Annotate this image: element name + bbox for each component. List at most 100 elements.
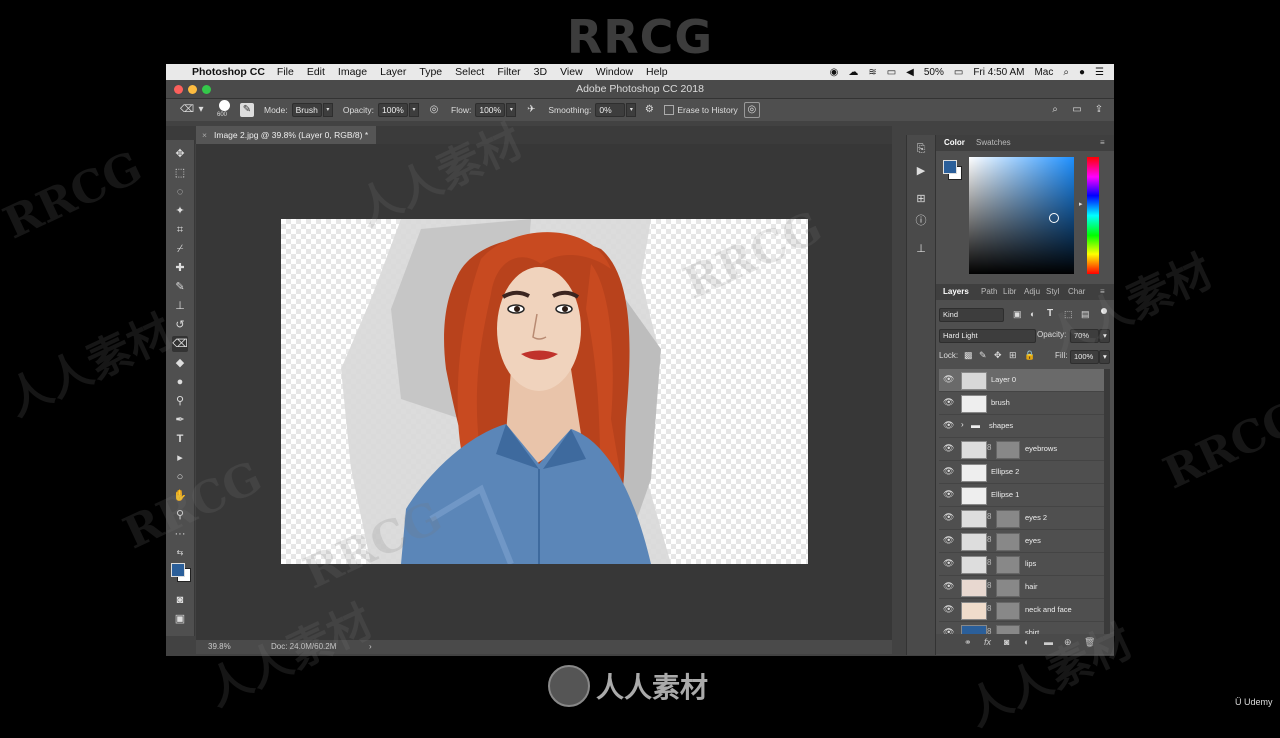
visibility-eye-icon[interactable]: 👁: [943, 535, 954, 546]
pressure-size-icon[interactable]: ◎: [743, 102, 760, 118]
menu-window[interactable]: Window: [596, 66, 633, 78]
link-icon[interactable]: 8: [987, 558, 991, 567]
filter-kind-select[interactable]: Kind: [939, 308, 1004, 322]
foreground-color-swatch[interactable]: [171, 563, 185, 577]
lock-transparent-icon[interactable]: ▩: [964, 350, 973, 361]
tab-adjustments[interactable]: Adju: [1024, 284, 1040, 300]
history-brush-tool-icon[interactable]: ↺: [172, 317, 188, 333]
record-icon[interactable]: ◉: [830, 67, 839, 78]
lasso-tool-icon[interactable]: ◌: [172, 184, 188, 200]
color-picker-field[interactable]: [969, 157, 1074, 274]
tab-color[interactable]: Color: [944, 135, 965, 151]
layer-row-layer-0[interactable]: 👁 Layer 0: [939, 369, 1104, 392]
layer-mask-thumbnail[interactable]: [996, 510, 1020, 528]
link-icon[interactable]: 8: [987, 604, 991, 613]
visibility-eye-icon[interactable]: 👁: [943, 397, 954, 408]
tab-layers[interactable]: Layers: [943, 284, 969, 300]
history-panel-icon[interactable]: ⎘: [913, 141, 929, 157]
path-selection-tool-icon[interactable]: ▸: [172, 450, 188, 466]
paint-bucket-tool-icon[interactable]: ◆: [172, 355, 188, 371]
chevron-down-icon[interactable]: ▾: [626, 103, 637, 117]
layer-mask-thumbnail[interactable]: [996, 441, 1020, 459]
minimize-window-button[interactable]: [188, 85, 197, 94]
visibility-eye-icon[interactable]: 👁: [943, 420, 954, 431]
dodge-tool-icon[interactable]: ⚲: [172, 393, 188, 409]
link-layers-icon[interactable]: ⚭: [964, 637, 972, 648]
lock-position-icon[interactable]: ✥: [994, 350, 1002, 361]
menu-help[interactable]: Help: [646, 66, 668, 78]
brush-panel-icon[interactable]: ✎: [240, 103, 254, 117]
link-icon[interactable]: 8: [987, 581, 991, 590]
healing-brush-tool-icon[interactable]: ✚: [172, 260, 188, 276]
screen-mode-icon[interactable]: ▣: [172, 611, 188, 627]
eyedropper-tool-icon[interactable]: ⌿: [172, 241, 188, 257]
layers-scrollbar[interactable]: [1104, 369, 1110, 634]
menu-type[interactable]: Type: [419, 66, 442, 78]
add-mask-icon[interactable]: ◙: [1004, 637, 1009, 647]
visibility-eye-icon[interactable]: 👁: [943, 627, 954, 634]
smoothing-input[interactable]: 0%: [595, 103, 626, 117]
menu-3d[interactable]: 3D: [534, 66, 547, 78]
menu-file[interactable]: File: [277, 66, 294, 78]
actions-panel-icon[interactable]: ▶: [913, 163, 929, 179]
close-icon[interactable]: ×: [202, 126, 207, 144]
layer-mask-thumbnail[interactable]: [996, 533, 1020, 551]
properties-panel-icon[interactable]: ⊞: [913, 191, 929, 207]
lock-artboard-icon[interactable]: ⊞: [1009, 350, 1017, 361]
tab-paths[interactable]: Path: [981, 284, 997, 300]
panel-menu-icon[interactable]: ≡: [1100, 135, 1105, 151]
visibility-eye-icon[interactable]: 👁: [943, 489, 954, 500]
visibility-eye-icon[interactable]: 👁: [943, 443, 954, 454]
color-picker-handle[interactable]: [1049, 213, 1059, 223]
menu-filter[interactable]: Filter: [497, 66, 520, 78]
cc-icon[interactable]: ☁: [848, 67, 858, 78]
layer-row-eyes-2[interactable]: 👁 8 eyes 2: [939, 507, 1104, 530]
menu-layer[interactable]: Layer: [380, 66, 406, 78]
crop-tool-icon[interactable]: ⌗: [172, 222, 188, 238]
link-icon[interactable]: 8: [987, 512, 991, 521]
airplay-icon[interactable]: ▭: [887, 67, 896, 78]
lock-pixels-icon[interactable]: ✎: [979, 350, 987, 361]
type-tool-icon[interactable]: T: [172, 431, 188, 447]
layer-row-eyes[interactable]: 👁 8 eyes: [939, 530, 1104, 553]
wifi-icon[interactable]: ≋: [868, 67, 876, 78]
document-tab[interactable]: × Image 2.jpg @ 39.8% (Layer 0, RGB/8) *: [196, 126, 377, 144]
expand-group-icon[interactable]: ›: [961, 420, 964, 429]
visibility-eye-icon[interactable]: 👁: [943, 466, 954, 477]
clone-source-icon[interactable]: ⊥: [913, 241, 929, 257]
lock-all-icon[interactable]: 🔒: [1024, 350, 1035, 361]
marquee-tool-icon[interactable]: ⬚: [172, 165, 188, 181]
visibility-eye-icon[interactable]: 👁: [943, 374, 954, 385]
battery-icon[interactable]: ▭: [954, 67, 963, 78]
menu-image[interactable]: Image: [338, 66, 367, 78]
tab-styles[interactable]: Styl: [1046, 284, 1059, 300]
color-panel-fg-swatch[interactable]: [943, 160, 957, 174]
filter-image-icon[interactable]: ▣: [1013, 309, 1022, 320]
close-window-button[interactable]: [174, 85, 183, 94]
link-icon[interactable]: 8: [987, 443, 991, 452]
layer-row-ellipse-1[interactable]: 👁 Ellipse 1: [939, 484, 1104, 507]
erase-to-history-checkbox[interactable]: [664, 105, 675, 115]
layer-style-icon[interactable]: fx: [984, 637, 991, 647]
share-icon[interactable]: ⇪: [1092, 103, 1106, 117]
quick-mask-icon[interactable]: ◙: [172, 592, 188, 608]
info-icon[interactable]: ⓘ: [913, 213, 929, 229]
visibility-eye-icon[interactable]: 👁: [943, 581, 954, 592]
opacity-input[interactable]: 100%: [378, 103, 409, 117]
menu-view[interactable]: View: [560, 66, 583, 78]
chevron-down-icon[interactable]: ▾: [322, 103, 333, 117]
blend-mode-select[interactable]: Hard Light: [939, 329, 1036, 343]
brush-preset-picker[interactable]: 600: [216, 100, 234, 120]
airbrush-icon[interactable]: ✈: [524, 103, 538, 117]
tab-libraries[interactable]: Libr: [1003, 284, 1016, 300]
app-menu[interactable]: Photoshop CC: [192, 66, 265, 78]
hue-slider[interactable]: [1087, 157, 1099, 274]
pen-tool-icon[interactable]: ✒: [172, 412, 188, 428]
layer-row-brush[interactable]: 👁 brush: [939, 392, 1104, 415]
swap-colors-icon[interactable]: ⇆: [172, 545, 188, 561]
magic-wand-tool-icon[interactable]: ✦: [172, 203, 188, 219]
hue-slider-handle[interactable]: ▸: [1079, 200, 1083, 208]
blur-tool-icon[interactable]: ●: [172, 374, 188, 390]
layer-mask-thumbnail[interactable]: [996, 556, 1020, 574]
menu-edit[interactable]: Edit: [307, 66, 325, 78]
